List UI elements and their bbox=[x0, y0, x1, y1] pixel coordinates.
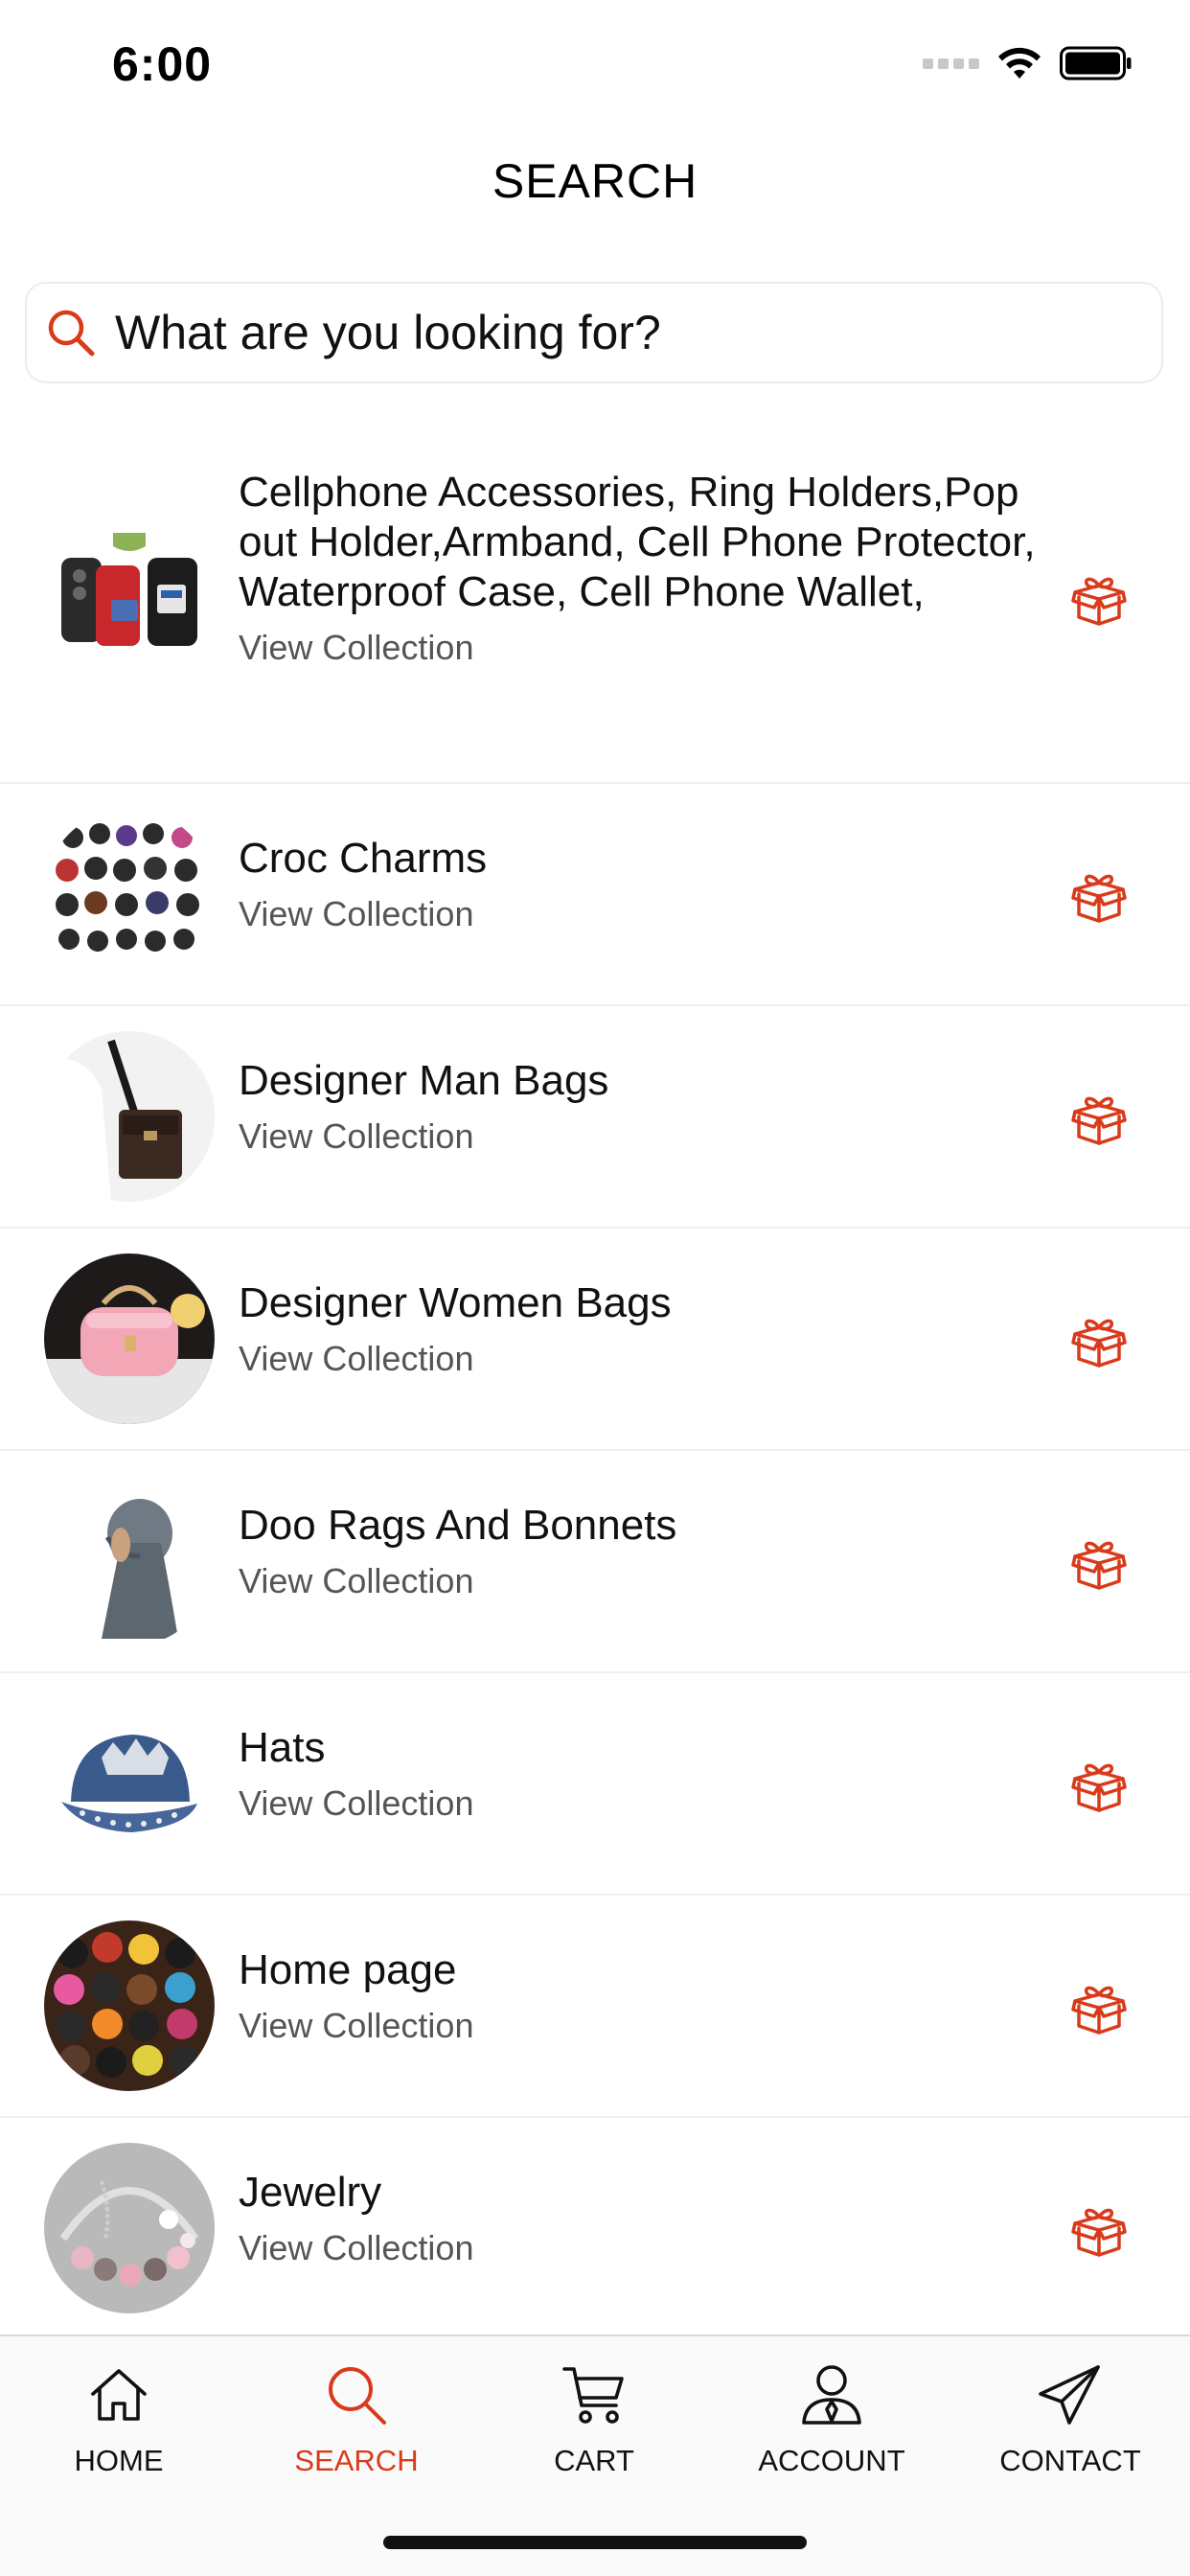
gift-box-icon[interactable] bbox=[1069, 1978, 1129, 2037]
collection-text: Home page View Collection bbox=[239, 1945, 1053, 2047]
collection-text: Cellphone Accessories, Ring Holders,Pop … bbox=[239, 468, 1053, 669]
view-collection-link[interactable]: View Collection bbox=[239, 2005, 1053, 2047]
home-icon bbox=[91, 2369, 147, 2421]
page-title: SEARCH bbox=[492, 154, 698, 208]
collection-title: Home page bbox=[239, 1946, 457, 1993]
collection-text: Hats View Collection bbox=[239, 1723, 1053, 1825]
gift-box-icon[interactable] bbox=[1069, 1089, 1129, 1148]
gift-box-icon[interactable] bbox=[1069, 2200, 1129, 2260]
tab-label: CONTACT bbox=[999, 2444, 1141, 2477]
status-indicators bbox=[923, 44, 1133, 82]
status-time: 6:00 bbox=[112, 37, 213, 91]
collection-title: Designer Women Bags bbox=[239, 1279, 672, 1326]
gift-box-icon[interactable] bbox=[1069, 569, 1129, 629]
view-collection-link[interactable]: View Collection bbox=[239, 1338, 1053, 1380]
battery-icon bbox=[1060, 46, 1132, 80]
tab-home[interactable]: HOME bbox=[0, 2336, 238, 2499]
collection-title: Designer Man Bags bbox=[239, 1057, 609, 1104]
collection-title: Croc Charms bbox=[239, 835, 488, 882]
collection-text: Designer Women Bags View Collection bbox=[239, 1278, 1053, 1380]
view-collection-link[interactable]: View Collection bbox=[239, 1116, 1053, 1158]
search-icon bbox=[46, 308, 96, 357]
view-collection-link[interactable]: View Collection bbox=[239, 2227, 1053, 2269]
view-collection-link[interactable]: View Collection bbox=[239, 1782, 1053, 1825]
view-collection-link[interactable]: View Collection bbox=[239, 893, 1053, 935]
search-bar[interactable] bbox=[25, 282, 1163, 383]
wifi-icon bbox=[998, 47, 1041, 79]
view-collection-link[interactable]: View Collection bbox=[239, 627, 1053, 669]
collection-title: Cellphone Accessories, Ring Holders,Pop … bbox=[239, 469, 1036, 615]
collection-title: Jewelry bbox=[239, 2169, 382, 2216]
collection-thumbnail bbox=[44, 809, 215, 979]
home-indicator[interactable] bbox=[383, 2536, 807, 2549]
tab-cart[interactable]: CART bbox=[475, 2336, 713, 2499]
cart-icon bbox=[562, 2367, 624, 2424]
send-icon bbox=[1039, 2365, 1100, 2425]
collection-thumbnail bbox=[44, 2143, 215, 2313]
collection-thumbnail bbox=[44, 1031, 215, 1202]
collection-title: Hats bbox=[239, 1724, 326, 1771]
tab-label: CART bbox=[554, 2444, 634, 2477]
search-input[interactable] bbox=[115, 305, 1073, 360]
tab-search[interactable]: SEARCH bbox=[238, 2336, 475, 2499]
collection-text: Doo Rags And Bonnets View Collection bbox=[239, 1501, 1053, 1602]
tab-label: HOME bbox=[74, 2444, 164, 2477]
status-bar: 6:00 bbox=[0, 0, 1190, 126]
collection-thumbnail bbox=[44, 1254, 215, 1424]
collection-thumbnail bbox=[44, 518, 215, 688]
search-icon bbox=[329, 2367, 386, 2425]
list-item[interactable]: Cellphone Accessories, Ring Holders,Pop … bbox=[0, 422, 1190, 784]
list-item[interactable]: Doo Rags And Bonnets View Collection bbox=[0, 1451, 1190, 1673]
account-icon bbox=[802, 2365, 861, 2425]
collection-list: Cellphone Accessories, Ring Holders,Pop … bbox=[0, 422, 1190, 2340]
gift-box-icon[interactable] bbox=[1069, 1311, 1129, 1370]
collection-thumbnail bbox=[44, 1476, 215, 1646]
collection-text: Designer Man Bags View Collection bbox=[239, 1056, 1053, 1158]
tab-contact[interactable]: CONTACT bbox=[950, 2336, 1190, 2499]
list-item[interactable]: Designer Women Bags View Collection bbox=[0, 1229, 1190, 1451]
tab-label: ACCOUNT bbox=[758, 2444, 905, 2477]
collection-text: Croc Charms View Collection bbox=[239, 834, 1053, 935]
collection-title: Doo Rags And Bonnets bbox=[239, 1502, 677, 1549]
collection-thumbnail bbox=[44, 1920, 215, 2091]
list-item[interactable]: Home page View Collection bbox=[0, 1896, 1190, 2118]
gift-box-icon[interactable] bbox=[1069, 1533, 1129, 1593]
collection-text: Jewelry View Collection bbox=[239, 2168, 1053, 2269]
list-item[interactable]: Hats View Collection bbox=[0, 1673, 1190, 1896]
view-collection-link[interactable]: View Collection bbox=[239, 1560, 1053, 1602]
cellular-signal-icon bbox=[923, 58, 979, 69]
list-item[interactable]: Designer Man Bags View Collection bbox=[0, 1006, 1190, 1229]
tab-account[interactable]: ACCOUNT bbox=[713, 2336, 950, 2499]
list-item[interactable]: Croc Charms View Collection bbox=[0, 784, 1190, 1006]
collection-thumbnail bbox=[44, 1698, 215, 1869]
tab-label: SEARCH bbox=[294, 2444, 419, 2477]
gift-box-icon[interactable] bbox=[1069, 866, 1129, 926]
list-item[interactable]: Jewelry View Collection bbox=[0, 2118, 1190, 2340]
gift-box-icon[interactable] bbox=[1069, 1756, 1129, 1815]
